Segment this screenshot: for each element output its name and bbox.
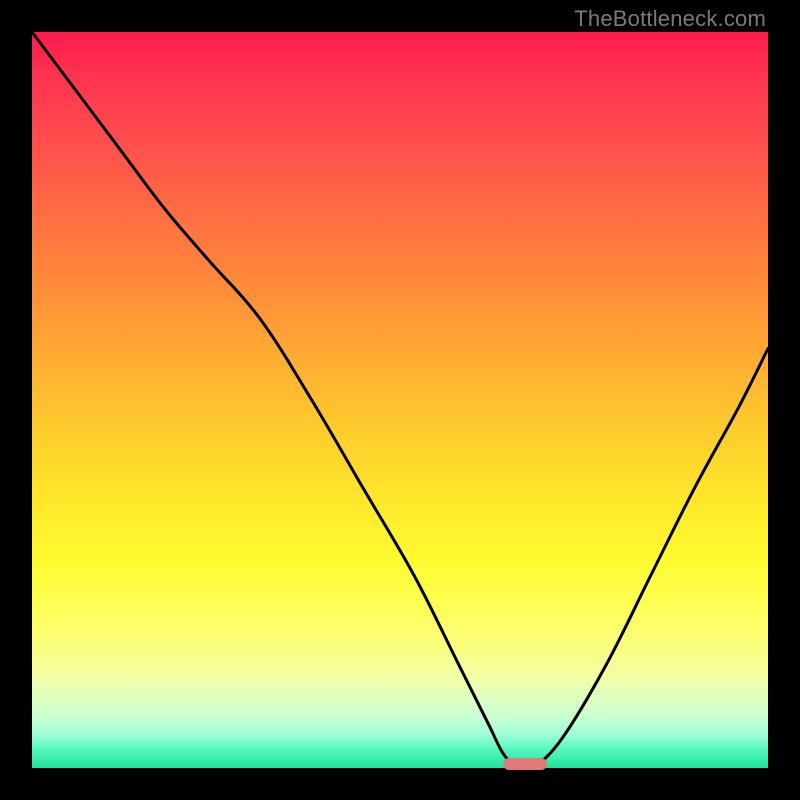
watermark-text: TheBottleneck.com xyxy=(574,6,766,32)
chart-frame: TheBottleneck.com xyxy=(0,0,800,800)
bottleneck-curve xyxy=(32,32,768,771)
bottleneck-svg xyxy=(32,32,768,768)
plot-area xyxy=(32,32,768,768)
optimal-marker xyxy=(503,758,547,770)
